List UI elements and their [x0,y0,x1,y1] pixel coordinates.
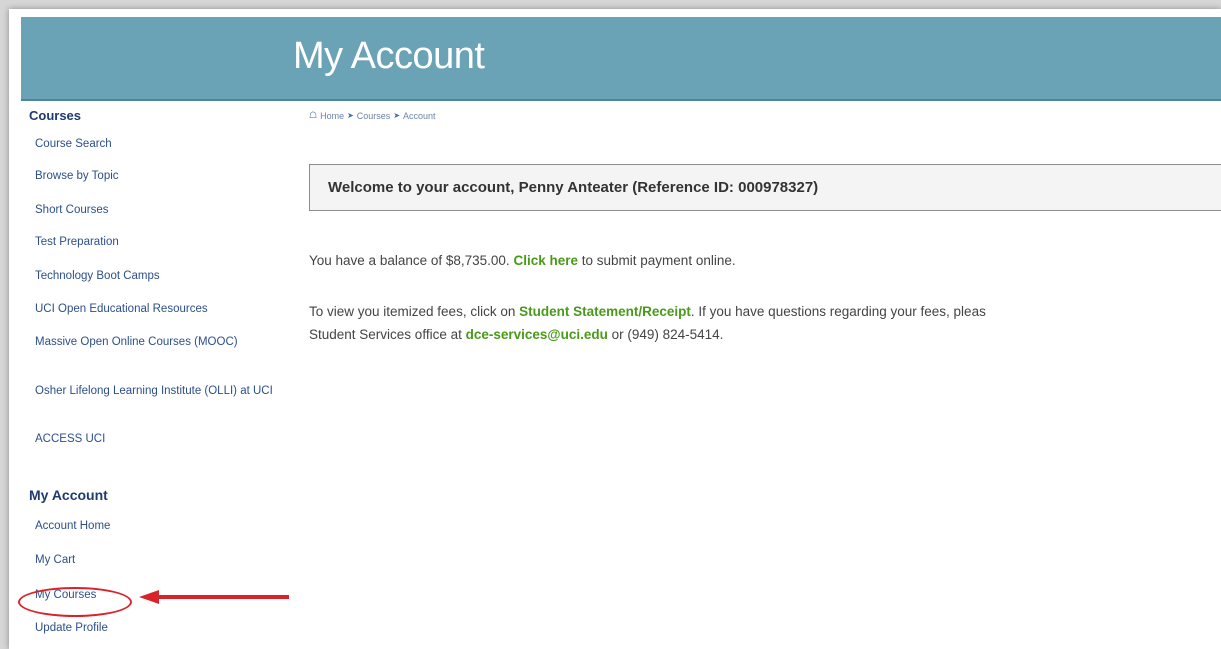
fees-middle-text: . If you have questions regarding your f… [690,304,986,319]
sidebar-item-course-search[interactable]: Course Search [35,138,283,151]
sidebar-heading-courses: Courses [29,108,82,123]
sidebar-item-account-home[interactable]: Account Home [35,520,283,533]
sidebar-item-uci-open-educational-resources[interactable]: UCI Open Educational Resources [35,303,283,316]
fees-paragraph: To view you itemized fees, click on Stud… [309,300,986,346]
balance-paragraph: You have a balance of $8,735.00. Click h… [309,249,736,272]
fees-phone-text: or (949) 824-5414. [611,327,724,342]
sidebar-heading-my-account: My Account [29,487,108,503]
balance-text: You have a balance of $8,735.00. [309,253,510,268]
breadcrumb-account[interactable]: Account [403,111,436,121]
page-frame: My Account Courses Course Search Browse … [9,9,1221,649]
sidebar-item-my-cart[interactable]: My Cart [35,554,283,567]
chevron-circle-icon: ➤ [347,111,354,120]
breadcrumb-courses[interactable]: Courses [357,111,391,121]
chevron-circle-icon: ➤ [393,111,401,120]
sidebar-item-update-profile[interactable]: Update Profile [35,622,283,635]
sidebar-item-olli[interactable]: Osher Lifelong Learning Institute (OLLI)… [35,385,275,398]
services-email-link[interactable]: dce-services@uci.edu [466,327,608,342]
header-banner: My Account [21,17,1221,101]
fees-office-text: Student Services office at [309,327,462,342]
fees-text: To view you itemized fees, click on [309,304,516,319]
home-icon: ☖ [309,110,318,120]
sidebar-item-short-courses[interactable]: Short Courses [35,204,283,217]
highlight-circle [18,587,132,617]
breadcrumb: ☖ Home ➤ Courses ➤ Account [309,110,436,121]
pay-online-link[interactable]: Click here [513,253,578,268]
student-statement-link[interactable]: Student Statement/Receipt [519,304,691,319]
welcome-message: Welcome to your account, Penny Anteater … [328,179,819,196]
breadcrumb-home[interactable]: Home [320,111,344,121]
balance-suffix-text: to submit payment online. [581,253,736,268]
welcome-box: Welcome to your account, Penny Anteater … [309,164,1221,211]
sidebar-item-browse-by-topic[interactable]: Browse by Topic [35,170,283,183]
sidebar-item-test-preparation[interactable]: Test Preparation [35,236,283,249]
sidebar-item-mooc[interactable]: Massive Open Online Courses (MOOC) [35,336,255,349]
page-title: My Account [293,35,485,77]
sidebar-item-technology-boot-camps[interactable]: Technology Boot Camps [35,270,283,283]
sidebar-item-access-uci[interactable]: ACCESS UCI [35,433,283,446]
pointer-arrow-icon [139,590,289,604]
